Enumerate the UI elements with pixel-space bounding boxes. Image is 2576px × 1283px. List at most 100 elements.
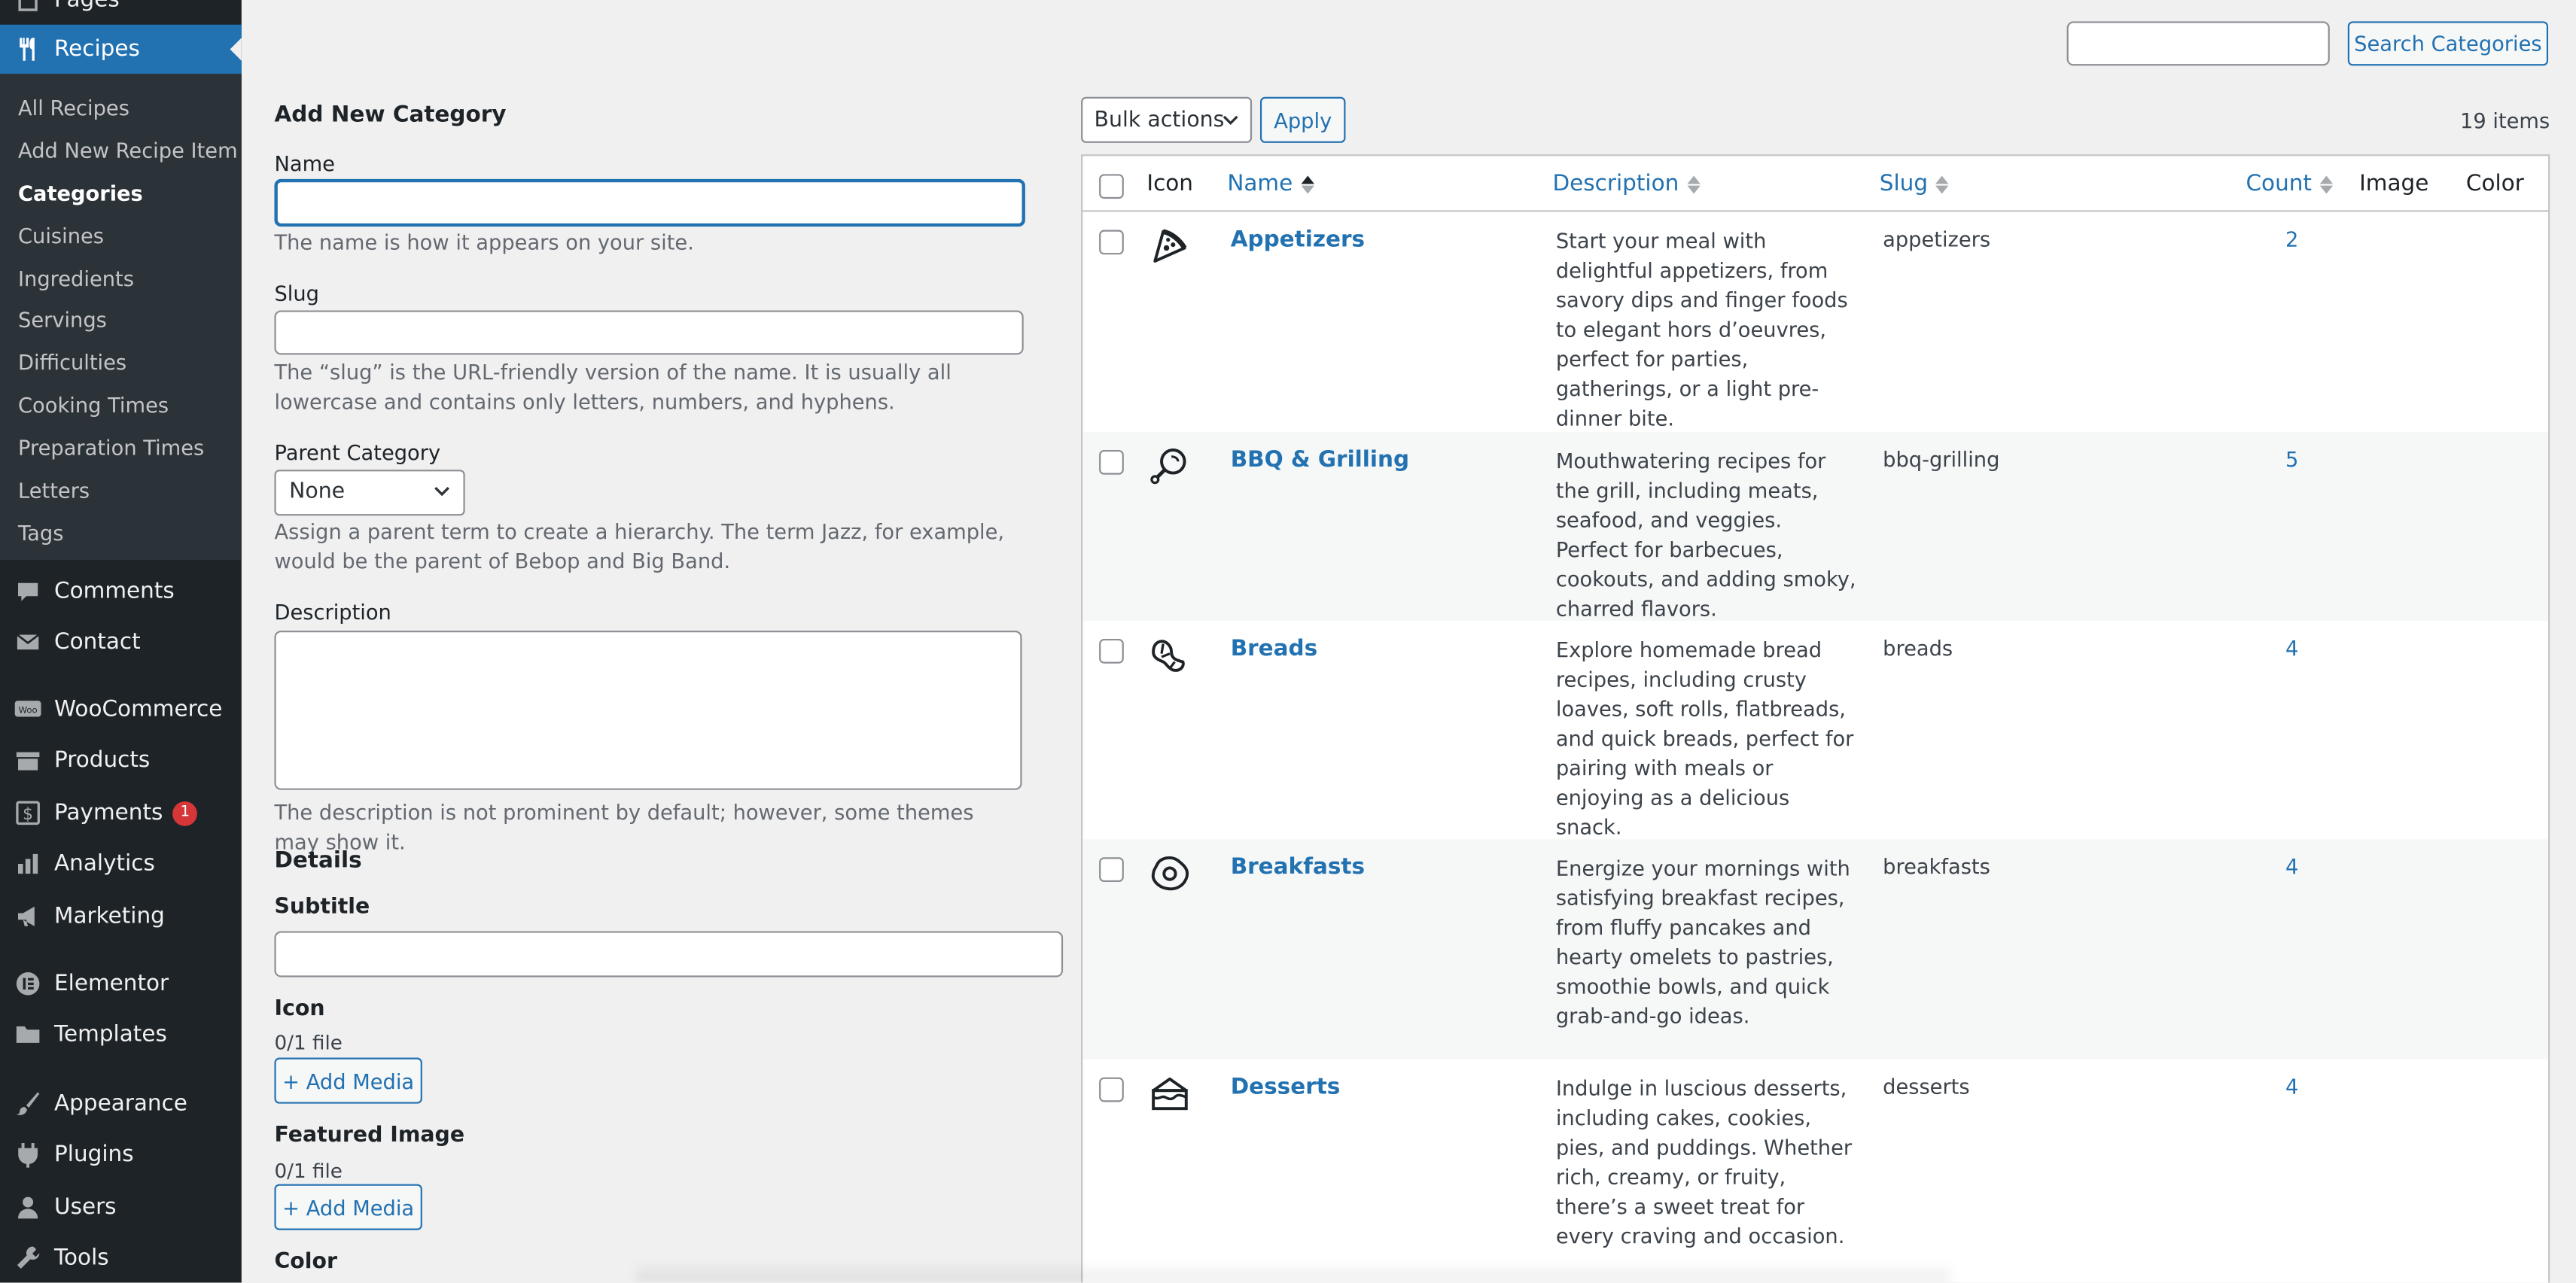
categories-table: Icon Name Description Slug Count Image C… bbox=[1081, 154, 2550, 1283]
parent-category-value: None bbox=[289, 479, 346, 505]
submenu-item-cuisines[interactable]: Cuisines bbox=[18, 223, 104, 248]
menu-item-elementor[interactable]: Elementor bbox=[0, 959, 242, 1008]
menu-item-marketing[interactable]: Marketing bbox=[0, 892, 242, 941]
column-slug-label: Slug bbox=[1879, 170, 1929, 197]
category-count-link[interactable]: 4 bbox=[2279, 854, 2298, 879]
sort-indicator-icon bbox=[2319, 175, 2334, 193]
category-count-link[interactable]: 5 bbox=[2279, 447, 2298, 472]
submenu-item-ingredients[interactable]: Ingredients bbox=[18, 266, 134, 291]
menu-item-pages[interactable]: Pages bbox=[0, 0, 242, 25]
menu-item-templates[interactable]: Templates bbox=[0, 1010, 242, 1059]
folder-icon bbox=[15, 1022, 41, 1048]
menu-item-woocommerce[interactable]: Woo WooCommerce bbox=[0, 685, 242, 734]
category-slug: appetizers bbox=[1883, 227, 1991, 251]
menu-item-analytics[interactable]: Analytics bbox=[0, 839, 242, 888]
column-count[interactable]: Count bbox=[2246, 170, 2334, 197]
subtitle-input[interactable] bbox=[274, 931, 1064, 977]
featured-image-add-media-button[interactable]: + Add Media bbox=[274, 1184, 422, 1230]
submenu-item-difficulties[interactable]: Difficulties bbox=[18, 350, 126, 375]
submenu-item-preparation-times[interactable]: Preparation Times bbox=[18, 435, 204, 460]
category-description: Start your meal with delightful appetize… bbox=[1555, 228, 1848, 430]
submenu-item-tags[interactable]: Tags bbox=[18, 521, 63, 546]
menu-item-users[interactable]: Users bbox=[0, 1182, 242, 1231]
apply-button[interactable]: Apply bbox=[1259, 96, 1346, 143]
menu-item-recipes[interactable]: Recipes bbox=[0, 24, 242, 74]
menu-item-comments[interactable]: Comments bbox=[0, 567, 242, 616]
row-checkbox[interactable] bbox=[1099, 450, 1124, 475]
featured-image-file-count: 0/1 file bbox=[274, 1159, 343, 1183]
submenu-item-all-recipes[interactable]: All Recipes bbox=[18, 96, 129, 120]
description-textarea[interactable] bbox=[274, 631, 1022, 790]
menu-item-contact[interactable]: Contact bbox=[0, 618, 242, 667]
search-input[interactable] bbox=[2066, 21, 2330, 66]
menu-item-appearance[interactable]: Appearance bbox=[0, 1079, 242, 1128]
row-checkbox[interactable] bbox=[1099, 857, 1124, 883]
column-color: Color bbox=[2465, 170, 2524, 197]
chevron-down-icon bbox=[1223, 115, 1238, 126]
menu-item-label: Templates bbox=[54, 1021, 167, 1048]
menu-item-label: Pages bbox=[54, 0, 120, 14]
table-row: BBQ & Grilling Mouthwatering recipes for… bbox=[1082, 431, 2549, 621]
name-input[interactable] bbox=[274, 178, 1025, 227]
menu-item-label: Comments bbox=[54, 578, 175, 605]
category-name-link[interactable]: Breakfasts bbox=[1231, 854, 1365, 880]
category-count-link[interactable]: 4 bbox=[2279, 1074, 2298, 1099]
menu-item-label: WooCommerce bbox=[54, 696, 223, 723]
notification-badge: 1 bbox=[172, 800, 198, 825]
category-name-link[interactable]: Desserts bbox=[1231, 1074, 1341, 1100]
color-field-label: Color bbox=[274, 1249, 338, 1275]
column-description-label: Description bbox=[1552, 170, 1679, 197]
bulk-actions-value: Bulk actions bbox=[1094, 108, 1225, 133]
category-count-link[interactable]: 2 bbox=[2279, 227, 2298, 251]
submenu-item-cooking-times[interactable]: Cooking Times bbox=[18, 393, 169, 418]
fork-knife-icon bbox=[15, 36, 41, 62]
svg-text:Woo: Woo bbox=[19, 705, 38, 716]
search-categories-button[interactable]: Search Categories bbox=[2347, 21, 2549, 66]
bulk-actions-select[interactable]: Bulk actions bbox=[1081, 96, 1253, 143]
table-row: Breads Explore homemade bread recipes, i… bbox=[1082, 621, 2548, 839]
category-description: Indulge in luscious desserts, including … bbox=[1555, 1075, 1853, 1248]
menu-item-plugins[interactable]: Plugins bbox=[0, 1130, 242, 1179]
category-slug: breads bbox=[1883, 635, 1953, 661]
menu-item-label: Analytics bbox=[54, 850, 155, 877]
parent-category-select[interactable]: None bbox=[274, 470, 465, 516]
main-content: Add New Category Name The name is how it… bbox=[242, 0, 2576, 1283]
category-count-link[interactable]: 4 bbox=[2279, 636, 2298, 661]
table-row: Appetizers Start your meal with delightf… bbox=[1082, 212, 2548, 432]
croissant-icon bbox=[1152, 640, 1185, 672]
drumstick-icon bbox=[1150, 448, 1186, 485]
description-help: The description is not prominent by defa… bbox=[274, 799, 974, 854]
column-slug[interactable]: Slug bbox=[1880, 171, 1950, 197]
column-count-label: Count bbox=[2246, 170, 2312, 197]
dollar-icon: $ bbox=[15, 800, 41, 826]
category-name-link[interactable]: Appetizers bbox=[1231, 227, 1365, 253]
column-name[interactable]: Name bbox=[1227, 171, 1314, 197]
submenu-item-letters[interactable]: Letters bbox=[18, 478, 90, 503]
category-name-link[interactable]: BBQ & Grilling bbox=[1231, 447, 1409, 473]
menu-item-label: Tools bbox=[54, 1245, 109, 1272]
menu-item-payments[interactable]: $ Payments 1 bbox=[0, 789, 242, 838]
category-description: Explore homemade bread recipes, includin… bbox=[1555, 637, 1854, 840]
row-checkbox[interactable] bbox=[1099, 230, 1124, 255]
menu-item-label: Users bbox=[54, 1193, 117, 1221]
recipes-submenu: All Recipes Add New Recipe Item Categori… bbox=[0, 74, 242, 561]
submenu-item-add-new[interactable]: Add New Recipe Item bbox=[18, 138, 238, 163]
category-name-link[interactable]: Breads bbox=[1231, 636, 1318, 662]
slug-input[interactable] bbox=[274, 310, 1024, 355]
submenu-item-categories[interactable]: Categories bbox=[18, 181, 143, 205]
menu-item-label: Products bbox=[54, 747, 151, 774]
submenu-item-servings[interactable]: Servings bbox=[18, 307, 107, 332]
row-checkbox[interactable] bbox=[1099, 638, 1124, 664]
details-heading: Details bbox=[274, 847, 362, 874]
menu-item-tools[interactable]: Tools bbox=[0, 1233, 242, 1282]
category-slug: breakfasts bbox=[1883, 853, 1990, 879]
icon-add-media-button[interactable]: + Add Media bbox=[274, 1057, 422, 1104]
items-count: 19 items bbox=[2459, 108, 2550, 133]
column-description[interactable]: Description bbox=[1552, 170, 1701, 197]
select-all-checkbox[interactable] bbox=[1099, 174, 1124, 199]
slug-help: The “slug” is the URL-friendly version o… bbox=[274, 359, 952, 414]
row-checkbox[interactable] bbox=[1099, 1077, 1124, 1102]
pages-icon bbox=[15, 0, 41, 13]
menu-item-products[interactable]: Products bbox=[0, 736, 242, 785]
scroll-shadow bbox=[635, 1261, 1950, 1283]
